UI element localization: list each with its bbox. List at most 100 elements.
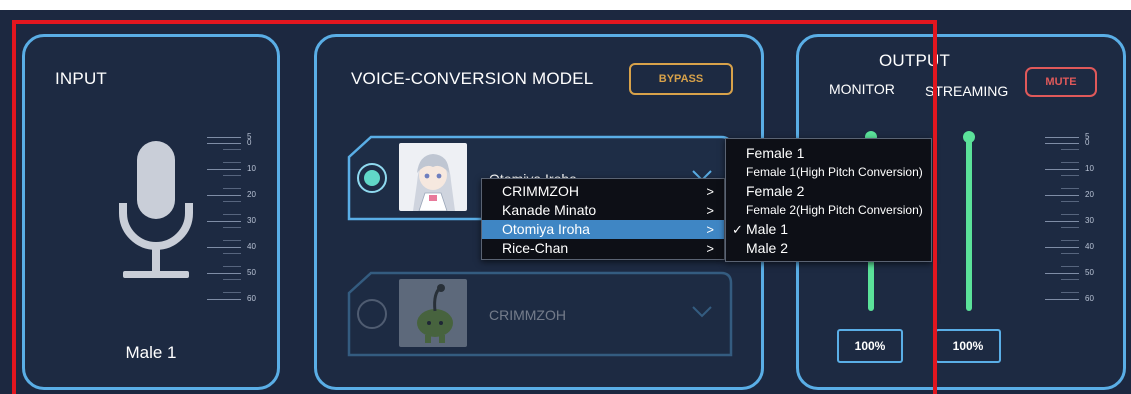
menu-item-label: Kanade Minato bbox=[502, 202, 597, 218]
scale-tick bbox=[207, 137, 241, 138]
output-level-scale: 5 0 10 20 30 40 50 60 bbox=[1045, 129, 1105, 319]
scale-tick bbox=[207, 299, 241, 300]
submenu-arrow-icon: > bbox=[706, 203, 714, 218]
chevron-down-icon[interactable] bbox=[691, 305, 713, 319]
input-level-scale: 5 0 10 20 30 40 50 60 bbox=[207, 129, 267, 319]
submenu-arrow-icon: > bbox=[706, 222, 714, 237]
menu-item-female-2[interactable]: Female 2 bbox=[726, 182, 931, 201]
menu-item-label: CRIMMZOH bbox=[502, 183, 579, 199]
scale-minor-tick bbox=[223, 279, 241, 280]
scale-tick-label: 20 bbox=[1085, 190, 1094, 199]
scale-minor-tick bbox=[223, 266, 241, 267]
menu-item-rice-chan[interactable]: Rice-Chan > bbox=[482, 239, 724, 258]
scale-tick-label: 10 bbox=[247, 164, 256, 173]
scale-tick bbox=[1045, 273, 1079, 274]
submenu-arrow-icon: > bbox=[706, 184, 714, 199]
character-avatar-icon bbox=[399, 279, 467, 347]
scale-minor-tick bbox=[223, 253, 241, 254]
scale-minor-tick bbox=[223, 227, 241, 228]
menu-item-label: Male 2 bbox=[746, 240, 789, 256]
slot-radio-button[interactable] bbox=[357, 163, 387, 193]
input-voice-label: Male 1 bbox=[125, 343, 177, 362]
scale-tick bbox=[1045, 137, 1079, 138]
character-avatar-icon bbox=[399, 143, 467, 211]
scale-minor-tick bbox=[223, 175, 241, 176]
scale-minor-tick bbox=[1061, 227, 1079, 228]
scale-tick bbox=[1045, 143, 1079, 144]
menu-item-label: Male 1 bbox=[746, 221, 789, 237]
scale-tick bbox=[1045, 195, 1079, 196]
scale-minor-tick bbox=[223, 188, 241, 189]
app-window: INPUT 5 0 10 20 30 40 50 60 Male 1 VOICE-CONVER… bbox=[0, 10, 1131, 394]
scale-tick-label: 0 bbox=[1085, 138, 1090, 147]
bypass-button[interactable]: BYPASS bbox=[629, 63, 733, 95]
scale-tick-label: 60 bbox=[247, 294, 256, 303]
menu-item-otomiya-iroha[interactable]: Otomiya Iroha > bbox=[482, 220, 724, 239]
scale-tick bbox=[207, 221, 241, 222]
scale-tick-label: 0 bbox=[247, 138, 252, 147]
menu-item-female-1[interactable]: Female 1 bbox=[726, 144, 931, 163]
scale-tick bbox=[207, 169, 241, 170]
menu-item-label: Otomiya Iroha bbox=[502, 221, 590, 237]
scale-tick bbox=[207, 143, 241, 144]
input-panel: INPUT 5 0 10 20 30 40 50 60 Male 1 bbox=[22, 34, 280, 390]
menu-item-label: Female 2(High Pitch Conversion) bbox=[746, 203, 923, 217]
scale-tick-label: 60 bbox=[1085, 294, 1094, 303]
model-slot-2[interactable]: CRIMMZOH bbox=[347, 271, 733, 357]
scale-tick-label: 20 bbox=[247, 190, 256, 199]
microphone-icon bbox=[119, 141, 193, 278]
scale-minor-tick bbox=[1061, 201, 1079, 202]
menu-item-label: Female 1(High Pitch Conversion) bbox=[746, 165, 923, 179]
scale-minor-tick bbox=[1061, 188, 1079, 189]
mute-button[interactable]: MUTE bbox=[1025, 67, 1097, 97]
menu-item-female-2-high-pitch[interactable]: Female 2(High Pitch Conversion) bbox=[726, 201, 931, 220]
slot-model-name: CRIMMZOH bbox=[489, 307, 566, 323]
scale-minor-tick bbox=[223, 292, 241, 293]
scale-tick bbox=[207, 195, 241, 196]
streaming-volume-field[interactable]: 100% bbox=[935, 329, 1001, 363]
radio-dot bbox=[364, 170, 380, 186]
voice-select-submenu: Female 1 Female 1(High Pitch Conversion)… bbox=[725, 138, 932, 262]
menu-item-crimmzoh[interactable]: CRIMMZOH > bbox=[482, 182, 724, 201]
monitor-volume-field[interactable]: 100% bbox=[837, 329, 903, 363]
scale-tick-label: 50 bbox=[247, 268, 256, 277]
scale-minor-tick bbox=[1061, 214, 1079, 215]
menu-item-kanade-minato[interactable]: Kanade Minato > bbox=[482, 201, 724, 220]
scale-tick-label: 40 bbox=[247, 242, 256, 251]
scale-tick-label: 40 bbox=[1085, 242, 1094, 251]
checkmark-icon: ✓ bbox=[732, 222, 743, 237]
scale-minor-tick bbox=[223, 201, 241, 202]
scale-minor-tick bbox=[223, 240, 241, 241]
scale-minor-tick bbox=[223, 149, 241, 150]
scale-tick bbox=[207, 273, 241, 274]
menu-item-male-1[interactable]: ✓ Male 1 bbox=[726, 220, 931, 239]
scale-tick-label: 10 bbox=[1085, 164, 1094, 173]
scale-minor-tick bbox=[1061, 292, 1079, 293]
submenu-arrow-icon: > bbox=[706, 241, 714, 256]
scale-minor-tick bbox=[1061, 279, 1079, 280]
menu-item-male-2[interactable]: Male 2 bbox=[726, 239, 931, 258]
scale-tick-label: 30 bbox=[247, 216, 256, 225]
streaming-slider-track[interactable] bbox=[966, 137, 972, 311]
scale-minor-tick bbox=[1061, 240, 1079, 241]
scale-tick-label: 30 bbox=[1085, 216, 1094, 225]
scale-tick bbox=[1045, 221, 1079, 222]
scale-tick bbox=[1045, 247, 1079, 248]
slot-radio-button[interactable] bbox=[357, 299, 387, 329]
input-title: INPUT bbox=[55, 69, 107, 88]
monitor-label: MONITOR bbox=[829, 81, 895, 97]
streaming-label: STREAMING bbox=[925, 83, 1009, 99]
model-title: VOICE-CONVERSION MODEL bbox=[351, 69, 594, 88]
scale-tick bbox=[207, 247, 241, 248]
scale-tick bbox=[1045, 169, 1079, 170]
menu-item-label: Rice-Chan bbox=[502, 240, 569, 256]
menu-item-female-1-high-pitch[interactable]: Female 1(High Pitch Conversion) bbox=[726, 163, 931, 182]
menu-item-label: Female 1 bbox=[746, 145, 805, 161]
model-select-menu: CRIMMZOH > Kanade Minato > Otomiya Iroha > … bbox=[481, 178, 725, 260]
menu-item-label: Female 2 bbox=[746, 183, 805, 199]
scale-tick-label: 50 bbox=[1085, 268, 1094, 277]
scale-minor-tick bbox=[1061, 162, 1079, 163]
scale-minor-tick bbox=[223, 162, 241, 163]
scale-tick bbox=[1045, 299, 1079, 300]
scale-minor-tick bbox=[1061, 266, 1079, 267]
